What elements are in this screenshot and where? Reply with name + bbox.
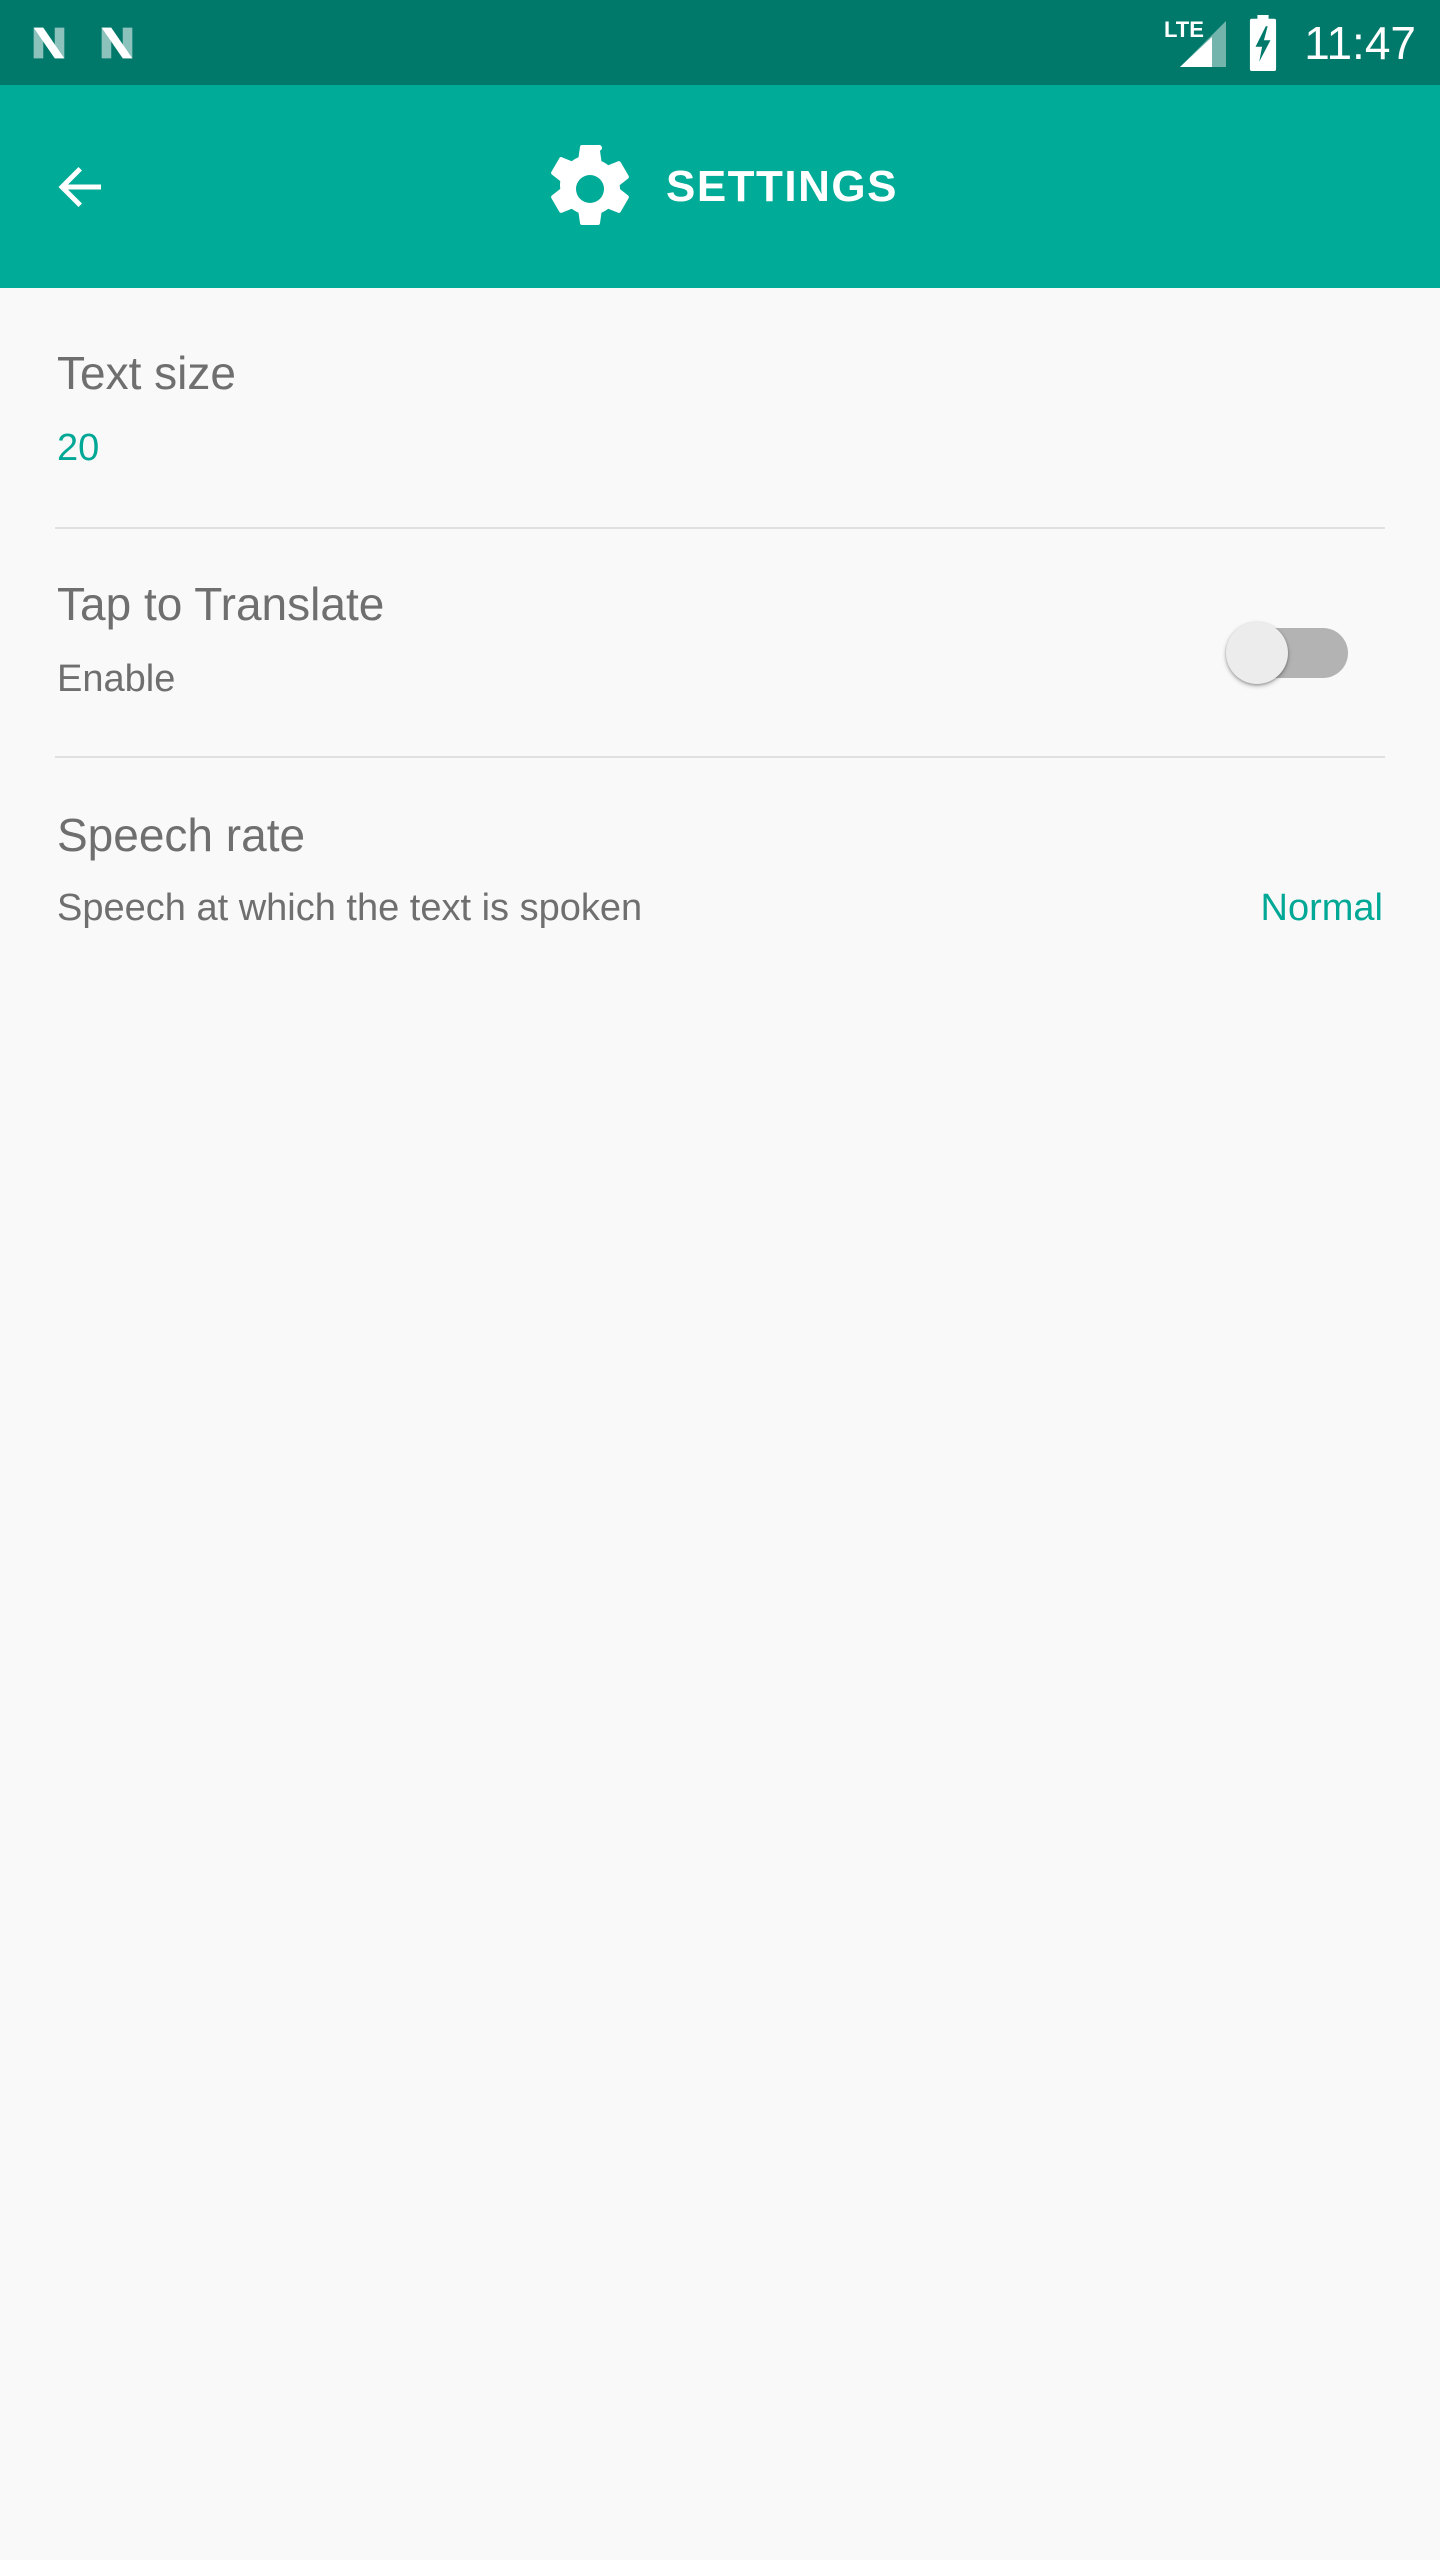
setting-row-speech-rate[interactable]: Speech rate Speech at which the text is … — [0, 758, 1440, 985]
setting-value: 20 — [57, 427, 100, 469]
svg-text:LTE: LTE — [1164, 17, 1204, 42]
android-n-notification-icon — [94, 20, 140, 66]
toolbar-title-group: SETTINGS — [0, 85, 1440, 288]
setting-value: Normal — [1260, 887, 1383, 929]
setting-row-text-size[interactable]: Text size 20 — [0, 288, 1440, 527]
battery-charging-icon — [1244, 14, 1304, 71]
signal-bar-icon: LTE — [1164, 17, 1244, 69]
status-bar-notifications — [26, 20, 140, 66]
setting-title: Speech rate — [57, 809, 306, 861]
setting-title: Tap to Translate — [57, 578, 385, 630]
setting-summary: Speech at which the text is spoken — [57, 887, 643, 929]
status-bar-clock: 11:47 — [1304, 16, 1416, 69]
toggle-thumb — [1226, 622, 1288, 684]
setting-text-group: Tap to Translate Enable — [57, 581, 384, 698]
app-toolbar: SETTINGS — [0, 85, 1440, 288]
gear-icon — [542, 137, 638, 237]
status-bar-system-icons: LTE 11:47 — [1164, 14, 1416, 71]
setting-title: Text size — [57, 347, 236, 399]
setting-summary: Enable — [57, 658, 176, 700]
setting-row-tap-to-translate[interactable]: Tap to Translate Enable — [0, 529, 1440, 756]
setting-summary-row: Speech at which the text is spoken Norma… — [57, 889, 1383, 927]
back-arrow-icon — [51, 157, 111, 217]
settings-list: Text size 20 Tap to Translate Enable Spe… — [0, 288, 1440, 985]
tap-to-translate-toggle[interactable] — [1226, 611, 1348, 695]
status-bar: LTE 11:47 — [0, 0, 1440, 85]
android-n-notification-icon — [26, 20, 72, 66]
back-button[interactable] — [36, 147, 126, 227]
page-title: SETTINGS — [665, 161, 899, 211]
